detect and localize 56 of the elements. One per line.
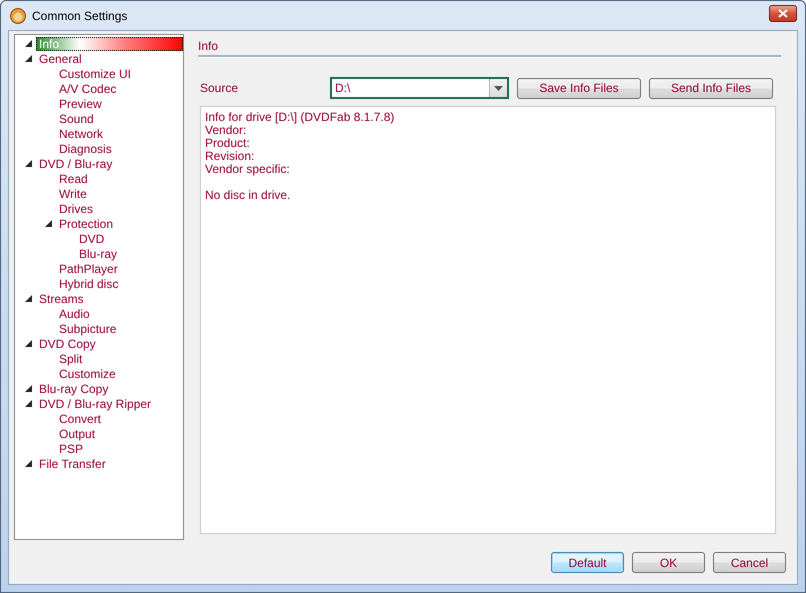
info-line: Vendor: [205, 124, 248, 137]
expanded-arrow-icon[interactable] [24, 340, 32, 347]
expanded-arrow-icon[interactable] [24, 385, 32, 392]
info-line: Product: [205, 137, 251, 150]
tree-item[interactable]: DVD / Blu-ray [36, 156, 183, 170]
tree-item[interactable]: Streams [36, 292, 183, 306]
dialog-button[interactable]: Default [551, 552, 624, 573]
expanded-arrow-icon[interactable] [24, 40, 32, 47]
info-line: Vendor specific: [205, 163, 291, 176]
close-icon [778, 9, 788, 18]
source-dropdown[interactable]: D:\ [330, 77, 509, 99]
action-button[interactable]: Save Info Files [517, 78, 641, 98]
tree-item[interactable]: DVD Copy [36, 336, 183, 350]
section-heading: Info [198, 39, 220, 53]
app-icon [10, 8, 26, 24]
tree-item[interactable]: Protection [56, 216, 183, 230]
expanded-arrow-icon[interactable] [24, 295, 32, 302]
tree-item[interactable]: Blu-ray Copy [36, 382, 183, 396]
tree-item[interactable]: File Transfer [36, 456, 183, 470]
tree-item[interactable]: Customize UI [56, 66, 183, 80]
tree-item[interactable]: Network [56, 126, 183, 140]
expanded-arrow-icon[interactable] [24, 160, 32, 167]
action-button[interactable]: Send Info Files [649, 78, 773, 98]
tree-item[interactable]: Read [56, 172, 183, 186]
tree-item[interactable]: Preview [56, 96, 183, 110]
expanded-arrow-icon[interactable] [24, 55, 32, 62]
info-line: Info for drive [D:\] (DVDFab 8.1.7.8) [205, 111, 396, 124]
expanded-arrow-icon[interactable] [44, 220, 52, 227]
tree-item[interactable]: Output [56, 426, 183, 440]
tree-item[interactable]: PSP [56, 442, 183, 456]
dialog-button[interactable]: Cancel [713, 552, 786, 573]
tree-item[interactable]: General [36, 52, 183, 66]
dialog-button[interactable]: OK [632, 552, 705, 573]
tree-item[interactable]: Convert [56, 412, 183, 426]
tree-item[interactable]: Diagnosis [56, 142, 183, 156]
tree-item[interactable]: Subpicture [56, 322, 183, 336]
tree-item[interactable]: DVD / Blu-ray Ripper [36, 396, 183, 410]
tree-item[interactable]: Audio [56, 306, 183, 320]
expanded-arrow-icon[interactable] [24, 400, 32, 407]
tree-item[interactable]: DVD [76, 232, 183, 246]
tree-item[interactable]: Drives [56, 202, 183, 216]
status-message: No disc in drive. [205, 189, 292, 202]
tree-item[interactable]: PathPlayer [56, 262, 183, 276]
expanded-arrow-icon[interactable] [24, 460, 32, 467]
tree-item[interactable]: Sound [56, 112, 183, 126]
info-line: Revision: [205, 150, 256, 163]
source-label: Source [200, 81, 240, 95]
tree-item[interactable]: A/V Codec [56, 82, 183, 96]
tree-item[interactable]: Blu-ray [76, 246, 183, 260]
tree-item[interactable]: Split [56, 352, 183, 366]
close-button[interactable] [769, 5, 797, 22]
window-title: Common Settings [32, 8, 128, 22]
tree-item[interactable]: Customize [56, 366, 183, 380]
tree-item[interactable]: Write [56, 186, 183, 200]
tree-item[interactable]: Hybrid disc [56, 276, 183, 290]
dropdown-arrow-icon [494, 86, 503, 90]
